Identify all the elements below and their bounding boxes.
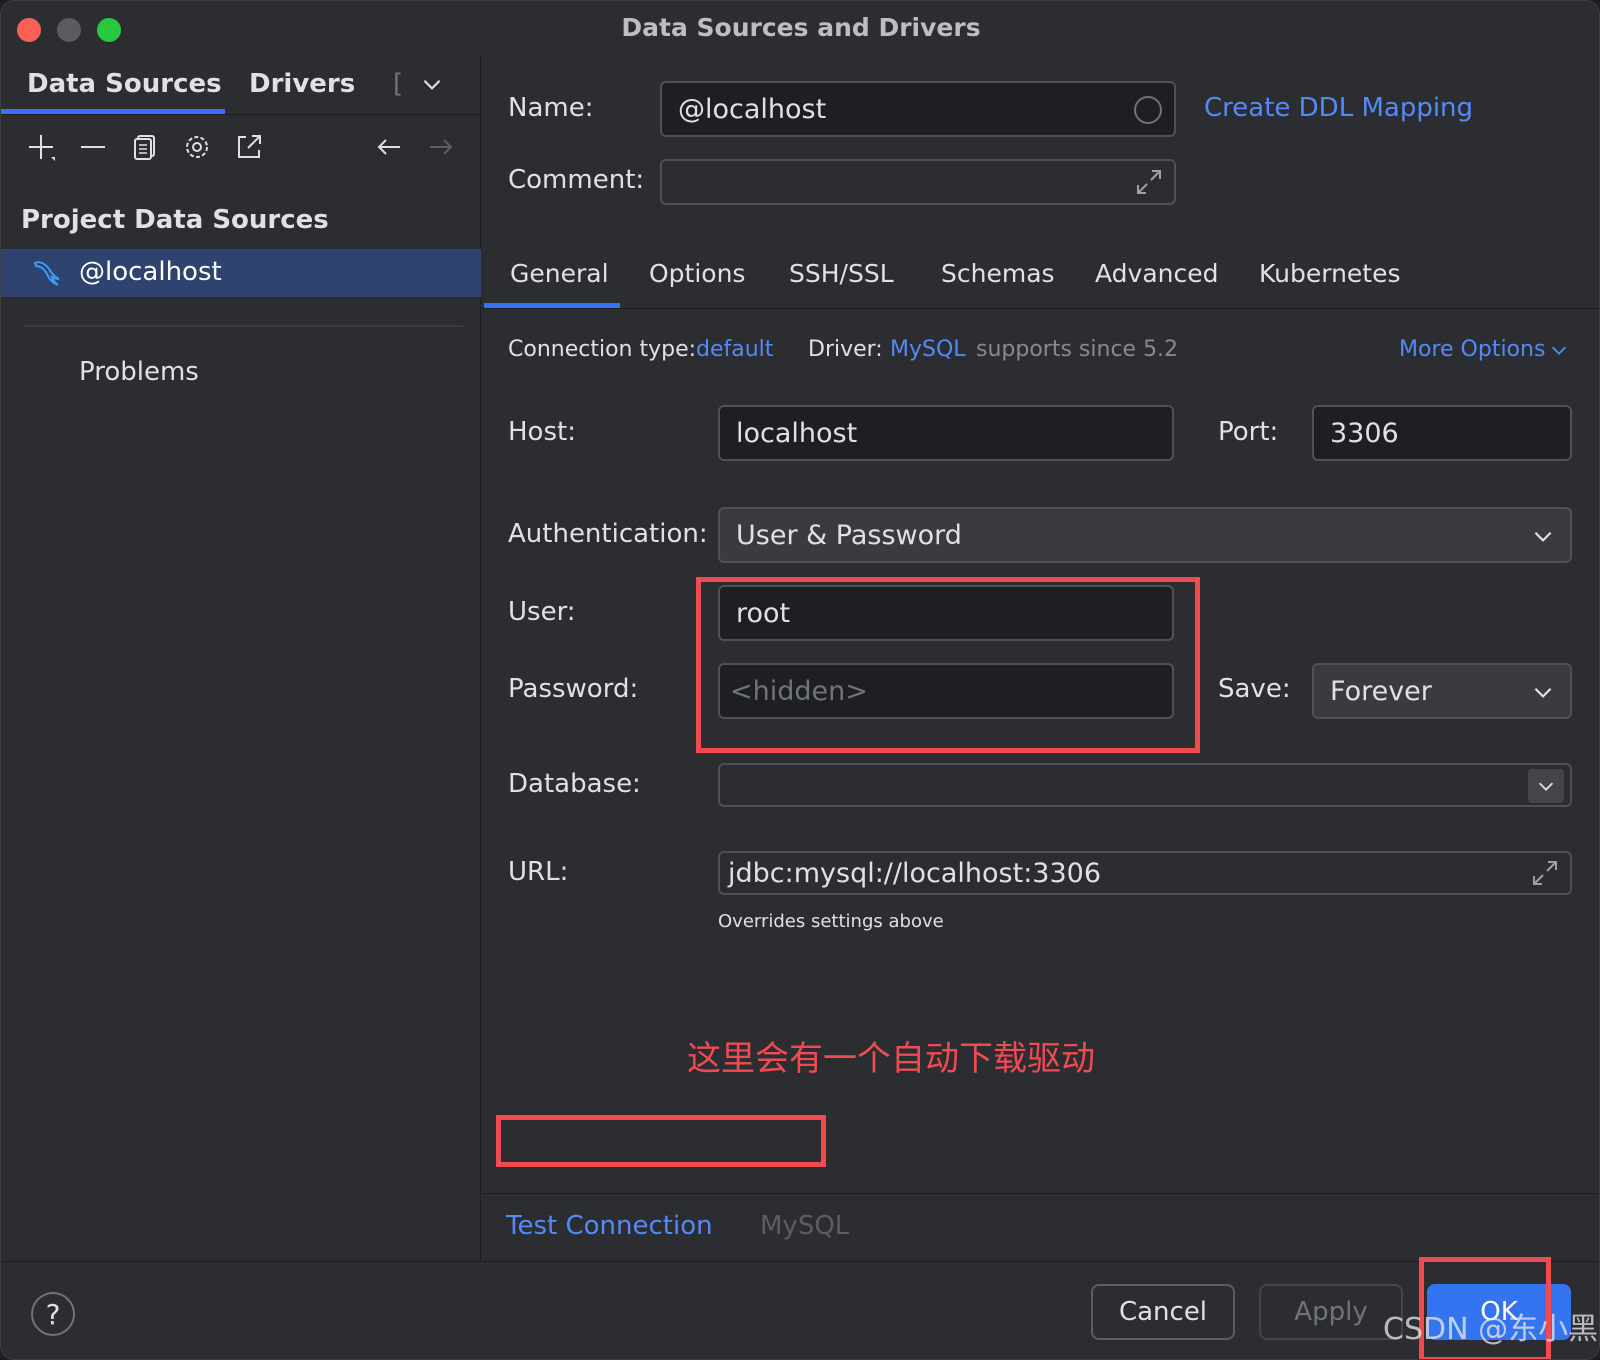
chevron-down-icon [1534, 687, 1552, 698]
create-ddl-mapping-link[interactable]: Create DDL Mapping [1204, 93, 1473, 123]
name-label: Name: [508, 93, 594, 123]
annotation-highlight-credentials [696, 577, 1200, 753]
divider [482, 1193, 1599, 1194]
driver-label: Driver: [808, 337, 883, 362]
left-toolbar [1, 127, 481, 171]
chevron-down-icon[interactable] [1548, 339, 1570, 361]
tab-data-sources[interactable]: Data Sources [27, 69, 222, 99]
watermark: CSDN @东小黑 [1383, 1312, 1599, 1347]
add-icon[interactable] [21, 127, 61, 167]
connection-type-link[interactable]: default [696, 337, 773, 362]
more-options-link[interactable]: More Options [1399, 337, 1545, 362]
data-source-label: @localhost [79, 257, 222, 287]
driver-note: supports since 5.2 [976, 337, 1179, 362]
save-value: Forever [1330, 675, 1432, 707]
chevron-down-icon[interactable] [419, 71, 445, 97]
driver-link[interactable]: MySQL [890, 337, 966, 362]
active-tab-indicator [484, 303, 620, 308]
url-note: Overrides settings above [718, 911, 944, 932]
host-input[interactable]: localhost [718, 405, 1174, 461]
title-bar: Data Sources and Drivers [1, 1, 1599, 55]
settings-icon[interactable] [177, 127, 217, 167]
forward-arrow-icon[interactable] [421, 127, 461, 167]
url-value: jdbc:mysql://localhost:3306 [728, 857, 1102, 889]
expand-icon[interactable] [1530, 858, 1560, 888]
database-input[interactable] [718, 763, 1572, 807]
chevron-down-icon [1534, 531, 1552, 542]
open-external-icon[interactable] [229, 127, 269, 167]
left-tabs: Data Sources Drivers [ [1, 55, 481, 115]
driver-footer-label: MySQL [760, 1211, 850, 1241]
port-label: Port: [1218, 417, 1279, 447]
settings-tabs: General Options SSH/SSL Schemas Advanced… [482, 245, 1599, 309]
authentication-value: User & Password [736, 519, 962, 551]
name-input[interactable]: @localhost [660, 81, 1176, 137]
dialog-footer: ? Cancel Apply OK CSDN @东小黑 [1, 1257, 1599, 1359]
comment-label: Comment: [508, 165, 645, 195]
test-connection-link[interactable]: Test Connection [506, 1211, 713, 1241]
apply-button[interactable]: Apply [1259, 1284, 1403, 1340]
comment-input[interactable] [660, 159, 1176, 205]
mysql-dolphin-icon [33, 261, 60, 286]
problems-item[interactable]: Problems [79, 357, 199, 387]
expand-icon[interactable] [1134, 167, 1164, 197]
tab-overflow[interactable]: [ [393, 69, 403, 99]
save-select[interactable]: Forever [1312, 663, 1572, 719]
tab-ssh-ssl[interactable]: SSH/SSL [789, 259, 894, 288]
save-label: Save: [1218, 674, 1291, 704]
help-button[interactable]: ? [31, 1292, 75, 1336]
port-value: 3306 [1330, 417, 1399, 449]
tab-schemas[interactable]: Schemas [941, 259, 1055, 288]
data-sources-dialog: Data Sources and Drivers Data Sources Dr… [0, 0, 1600, 1360]
chevron-down-icon [1538, 782, 1554, 791]
copy-icon[interactable] [125, 127, 165, 167]
tab-advanced[interactable]: Advanced [1095, 259, 1219, 288]
tab-options[interactable]: Options [649, 259, 745, 288]
database-dropdown-button[interactable] [1528, 769, 1564, 803]
divider [23, 325, 463, 327]
tab-drivers[interactable]: Drivers [249, 69, 355, 99]
tab-kubernetes[interactable]: Kubernetes [1259, 259, 1401, 288]
authentication-select[interactable]: User & Password [718, 507, 1572, 563]
annotation-text: 这里会有一个自动下载驱动 [687, 1039, 1095, 1079]
section-title: Project Data Sources [21, 205, 329, 235]
right-panel: Name: @localhost Create DDL Mapping Comm… [482, 55, 1599, 1261]
active-tab-indicator [1, 109, 225, 114]
host-value: localhost [736, 417, 858, 449]
user-label: User: [508, 597, 576, 627]
port-input[interactable]: 3306 [1312, 405, 1572, 461]
tab-general[interactable]: General [510, 259, 609, 288]
remove-icon[interactable] [73, 127, 113, 167]
url-label: URL: [508, 857, 569, 887]
color-indicator-icon[interactable] [1134, 96, 1162, 124]
host-label: Host: [508, 417, 576, 447]
authentication-label: Authentication: [508, 519, 708, 549]
annotation-highlight-download [496, 1115, 826, 1167]
back-arrow-icon[interactable] [369, 127, 409, 167]
window-title: Data Sources and Drivers [621, 13, 981, 42]
cancel-button[interactable]: Cancel [1091, 1284, 1235, 1340]
connection-type-label: Connection type: [508, 337, 697, 362]
password-label: Password: [508, 674, 639, 704]
data-source-item-localhost[interactable]: @localhost [1, 249, 481, 297]
database-label: Database: [508, 769, 641, 799]
left-panel: Data Sources Drivers [Project Data Sour… [1, 55, 481, 1261]
url-input[interactable]: jdbc:mysql://localhost:3306 [718, 851, 1572, 895]
name-value: @localhost [678, 93, 827, 125]
